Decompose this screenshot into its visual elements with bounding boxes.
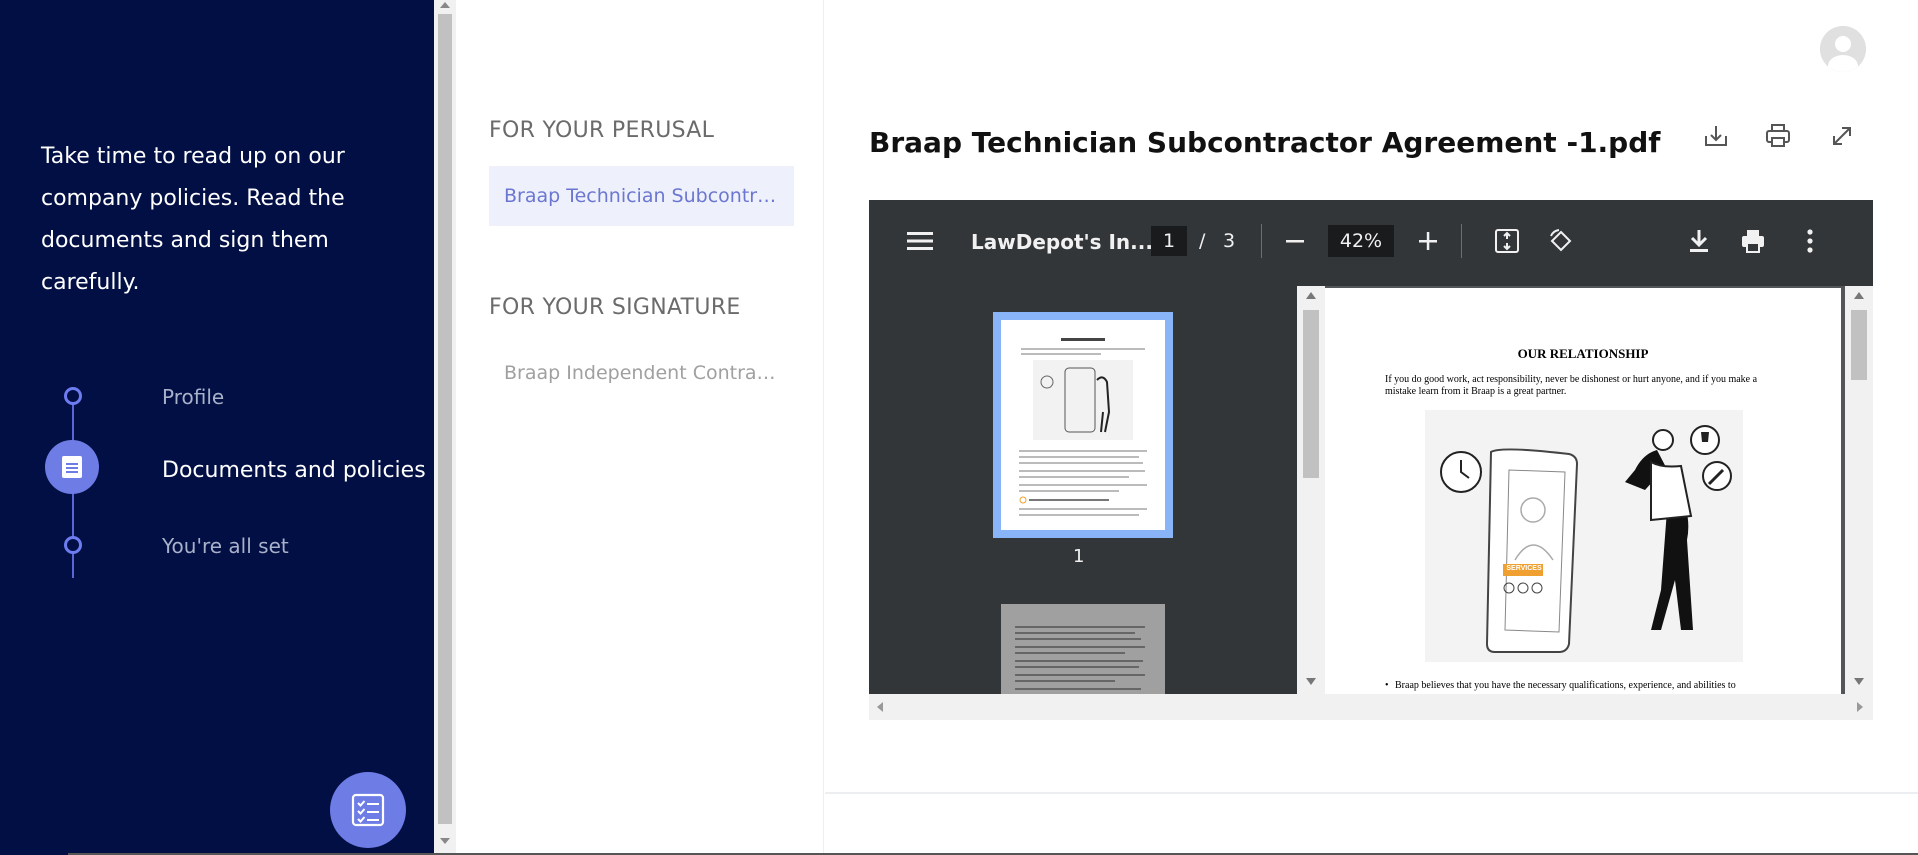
zoom-level[interactable]: 42% bbox=[1328, 225, 1394, 257]
perusal-document-item[interactable]: Braap Technician Subcontractor Agreement… bbox=[489, 166, 794, 226]
scroll-left-icon[interactable] bbox=[877, 702, 883, 712]
services-badge: SERVICES bbox=[1506, 565, 1542, 572]
zoom-in-icon[interactable] bbox=[1417, 230, 1439, 256]
toolbar-divider bbox=[1461, 224, 1462, 258]
step-documents-label[interactable]: Documents and policies bbox=[162, 458, 426, 483]
pdf-toolbar: LawDepot's In... 1 / 3 42% bbox=[869, 200, 1873, 286]
menu-icon[interactable] bbox=[907, 230, 933, 256]
scrollbar-thumb[interactable] bbox=[1303, 310, 1319, 478]
rotate-icon[interactable] bbox=[1548, 228, 1574, 258]
onboarding-sidebar: Take time to read up on our company poli… bbox=[0, 0, 434, 855]
avatar[interactable] bbox=[1820, 26, 1866, 72]
checklist-icon bbox=[351, 793, 385, 827]
page-scrollbar[interactable] bbox=[1845, 286, 1873, 720]
perusal-document-label: Braap Technician Subcontractor Agreement… bbox=[504, 185, 779, 207]
step-profile-dot bbox=[64, 387, 82, 405]
expand-icon[interactable] bbox=[1828, 122, 1856, 150]
signature-document-label: Braap Independent Contractor Agreement bbox=[504, 362, 779, 384]
step-all-set-label[interactable]: You're all set bbox=[162, 534, 289, 558]
thumbnail-page-1-content bbox=[1001, 320, 1165, 530]
step-connector bbox=[72, 552, 74, 578]
checklist-button[interactable] bbox=[330, 772, 406, 848]
document-list-pane: FOR YOUR PERUSAL Braap Technician Subcon… bbox=[456, 0, 824, 855]
user-icon bbox=[1820, 26, 1866, 72]
step-documents-icon bbox=[45, 440, 99, 494]
step-connector bbox=[72, 492, 74, 542]
pdf-page: OUR RELATIONSHIP If you do good work, ac… bbox=[1325, 288, 1841, 720]
thumbnail-sidebar: 1 bbox=[869, 286, 1297, 720]
scrollbar-thumb[interactable] bbox=[1851, 310, 1867, 380]
pdf-title: LawDepot's In... bbox=[971, 230, 1153, 254]
thumbnail-page-1[interactable] bbox=[993, 312, 1173, 538]
fit-page-icon[interactable] bbox=[1494, 228, 1520, 258]
step-connector bbox=[72, 404, 74, 442]
viewer-horizontal-scrollbar[interactable] bbox=[869, 694, 1873, 720]
intro-text: Take time to read up on our company poli… bbox=[41, 144, 345, 295]
step-all-set-dot bbox=[64, 536, 82, 554]
document-icon bbox=[62, 456, 82, 478]
toolbar-divider bbox=[1261, 224, 1262, 258]
print-icon[interactable] bbox=[1740, 228, 1766, 258]
page-scrollbar[interactable] bbox=[434, 0, 456, 855]
page-bullet-text: Braap believes that you have the necessa… bbox=[1395, 680, 1736, 691]
step-profile-label[interactable]: Profile bbox=[162, 385, 224, 409]
scroll-down-icon[interactable] bbox=[440, 838, 450, 844]
services-illustration: SERVICES bbox=[1425, 410, 1743, 662]
more-icon[interactable] bbox=[1806, 228, 1814, 258]
print-icon[interactable] bbox=[1764, 122, 1792, 150]
scroll-up-icon[interactable] bbox=[440, 2, 450, 8]
scroll-up-icon[interactable] bbox=[1854, 292, 1864, 299]
perusal-heading: FOR YOUR PERUSAL bbox=[489, 118, 715, 143]
page-number-input[interactable]: 1 bbox=[1151, 226, 1187, 256]
signature-heading: FOR YOUR SIGNATURE bbox=[489, 295, 741, 320]
scroll-right-icon[interactable] bbox=[1857, 702, 1863, 712]
page-total: 3 bbox=[1223, 230, 1236, 252]
scrollbar-thumb[interactable] bbox=[438, 14, 452, 824]
download-icon[interactable] bbox=[1702, 122, 1730, 150]
page-heading: OUR RELATIONSHIP bbox=[1517, 346, 1649, 361]
page-bullet: • Braap believes that you have the necess… bbox=[1385, 680, 1736, 691]
scroll-down-icon[interactable] bbox=[1854, 678, 1864, 685]
scroll-down-icon[interactable] bbox=[1306, 678, 1316, 685]
thumbnail-page-number: 1 bbox=[1073, 546, 1085, 567]
page-paragraph: If you do good work, act responsibility,… bbox=[1385, 374, 1758, 397]
signature-document-item[interactable]: Braap Independent Contractor Agreement bbox=[489, 343, 794, 403]
zoom-out-icon[interactable] bbox=[1284, 230, 1306, 256]
thumbnail-scrollbar[interactable] bbox=[1297, 286, 1325, 720]
page-separator: / bbox=[1199, 230, 1206, 252]
document-title: Braap Technician Subcontractor Agreement… bbox=[869, 126, 1661, 159]
scroll-up-icon[interactable] bbox=[1306, 292, 1316, 299]
pdf-viewer[interactable]: LawDepot's In... 1 / 3 42% 1 OUR RELATIO… bbox=[869, 200, 1873, 720]
divider bbox=[825, 792, 1918, 794]
download-icon[interactable] bbox=[1687, 228, 1711, 258]
